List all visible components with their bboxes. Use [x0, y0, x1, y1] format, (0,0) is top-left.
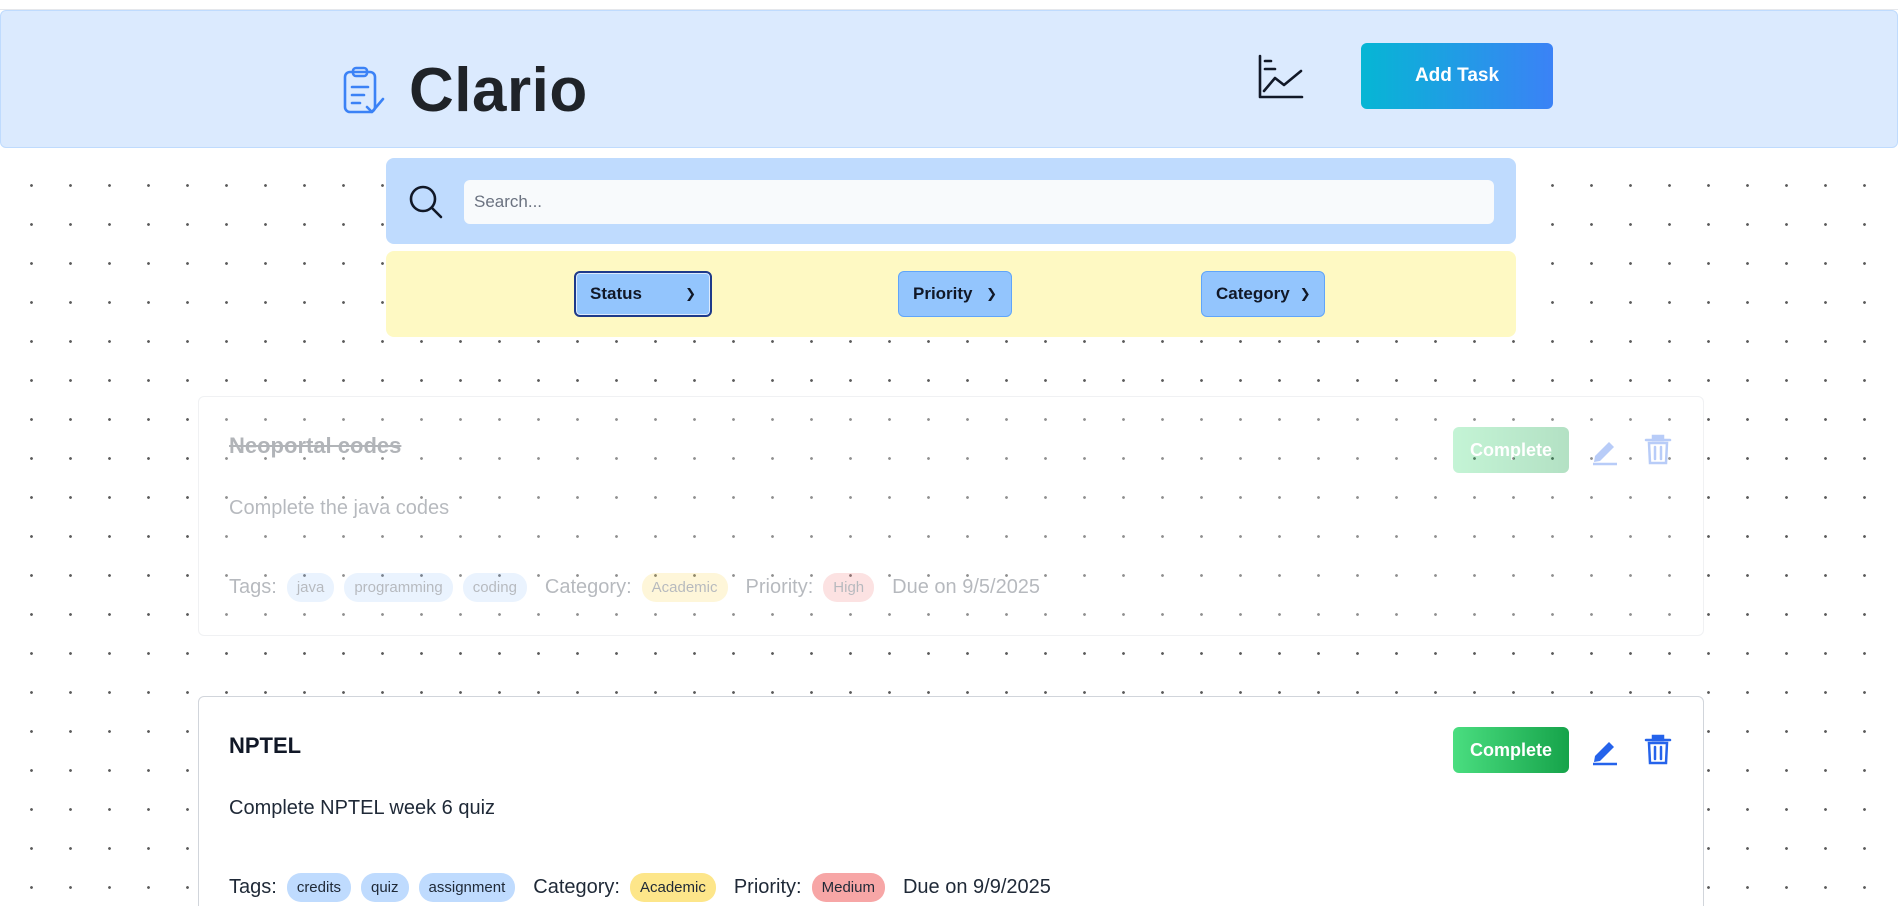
search-icon — [409, 185, 443, 219]
status-filter-select[interactable]: Status ❯ — [574, 271, 712, 317]
tag-pill: credits — [286, 873, 351, 902]
priority-filter-label: Priority — [913, 284, 973, 303]
task-title: Neoportal codes — [229, 433, 402, 458]
category-badge: Academic — [641, 573, 728, 602]
task-meta: Tags: java programming coding Category: … — [229, 573, 1040, 602]
tag-pill: coding — [462, 573, 527, 602]
priority-label: Priority: — [745, 576, 814, 598]
category-badge: Academic — [629, 873, 716, 902]
tag-pill: quiz — [361, 873, 409, 902]
tags-label: Tags: — [229, 576, 277, 598]
category-filter-label: Category — [1216, 284, 1290, 303]
priority-badge: High — [823, 573, 875, 602]
task-card: NPTEL Complete NPTEL week 6 quiz Tags: c… — [198, 696, 1704, 906]
window-top-edge — [0, 0, 1898, 10]
task-title: NPTEL — [229, 733, 302, 758]
task-card: Neoportal codes Complete the java codes … — [198, 396, 1704, 636]
status-filter-label: Status — [590, 284, 642, 303]
add-task-button[interactable]: Add Task — [1361, 43, 1553, 109]
tag-pill: java — [286, 573, 335, 602]
pencil-icon[interactable] — [1589, 734, 1621, 766]
task-meta: Tags: credits quiz assignment Category: … — [229, 873, 1051, 902]
search-bar — [386, 158, 1516, 244]
app-header: Clario Add Task — [0, 10, 1898, 148]
priority-filter-select[interactable]: Priority ❯ — [898, 271, 1012, 317]
task-description: Complete NPTEL week 6 quiz — [229, 797, 496, 819]
chevron-down-icon: ❯ — [986, 286, 997, 301]
clipboard-check-icon — [343, 66, 385, 114]
filter-bar: Status ❯ Priority ❯ Category ❯ — [386, 251, 1516, 337]
category-label: Category: — [533, 876, 620, 898]
complete-button[interactable]: Complete — [1453, 727, 1569, 773]
chart-line-icon[interactable] — [1255, 53, 1305, 101]
tag-pill: assignment — [418, 873, 516, 902]
tags-label: Tags: — [229, 876, 277, 898]
task-description: Complete the java codes — [229, 497, 450, 519]
category-filter-select[interactable]: Category ❯ — [1201, 271, 1325, 317]
trash-icon[interactable] — [1643, 734, 1673, 766]
tag-pill: programming — [344, 573, 453, 602]
category-label: Category: — [544, 576, 632, 598]
pencil-icon[interactable] — [1589, 434, 1621, 466]
trash-icon[interactable] — [1643, 434, 1673, 466]
due-date: Due on 9/9/2025 — [902, 876, 1051, 898]
due-date: Due on 9/5/2025 — [892, 576, 1041, 598]
chevron-down-icon: ❯ — [685, 286, 696, 301]
complete-button[interactable]: Complete — [1453, 427, 1569, 473]
chevron-down-icon: ❯ — [1299, 286, 1311, 301]
app-title: Clario — [409, 56, 588, 125]
priority-label: Priority: — [733, 876, 802, 898]
search-input[interactable] — [464, 180, 1494, 224]
priority-badge: Medium — [811, 873, 885, 902]
